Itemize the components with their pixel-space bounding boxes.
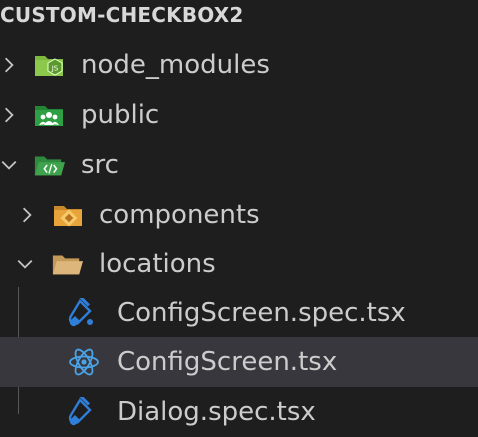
tree-item-configscreen-spec[interactable]: ConfigScreen.spec.tsx (0, 288, 478, 338)
tree-item-label: src (81, 150, 119, 180)
root-folder-name: CUSTOM-CHECKBOX2 (0, 3, 244, 27)
tree-item-src[interactable]: src (0, 140, 478, 190)
explorer-root-title[interactable]: CUSTOM-CHECKBOX2 (0, 0, 478, 36)
svg-text:JS: JS (51, 65, 59, 73)
tree-item-node-modules[interactable]: JS node_modules (0, 40, 478, 90)
tree-item-label: Dialog.spec.tsx (117, 397, 316, 427)
test-tsx-icon (66, 298, 98, 328)
tree-item-locations[interactable]: locations (0, 239, 478, 289)
tree-item-label: components (99, 200, 260, 230)
test-tsx-icon (66, 397, 98, 427)
tree-item-label: locations (99, 249, 216, 279)
tree-item-components[interactable]: components (0, 190, 478, 240)
tree-item-dialog-spec[interactable]: Dialog.spec.tsx (0, 387, 478, 437)
components-folder-icon (52, 200, 84, 230)
tree-item-public[interactable]: public (0, 90, 478, 140)
public-folder-icon (33, 100, 65, 130)
chevron-right-icon[interactable] (0, 104, 20, 126)
tree-item-label: ConfigScreen.tsx (117, 347, 338, 377)
chevron-right-icon[interactable] (0, 54, 20, 76)
tree-item-configscreen[interactable]: ConfigScreen.tsx (0, 337, 478, 387)
nodejs-folder-icon: JS (33, 50, 65, 80)
chevron-down-icon[interactable] (0, 154, 20, 176)
chevron-right-icon[interactable] (16, 204, 38, 226)
tree-item-label: public (81, 100, 160, 130)
tree-item-label: node_modules (81, 50, 270, 80)
tree-item-label: ConfigScreen.spec.tsx (117, 298, 406, 328)
folder-open-icon (51, 249, 83, 279)
chevron-down-icon[interactable] (14, 253, 36, 275)
src-folder-icon (33, 150, 65, 180)
react-icon (68, 347, 100, 377)
